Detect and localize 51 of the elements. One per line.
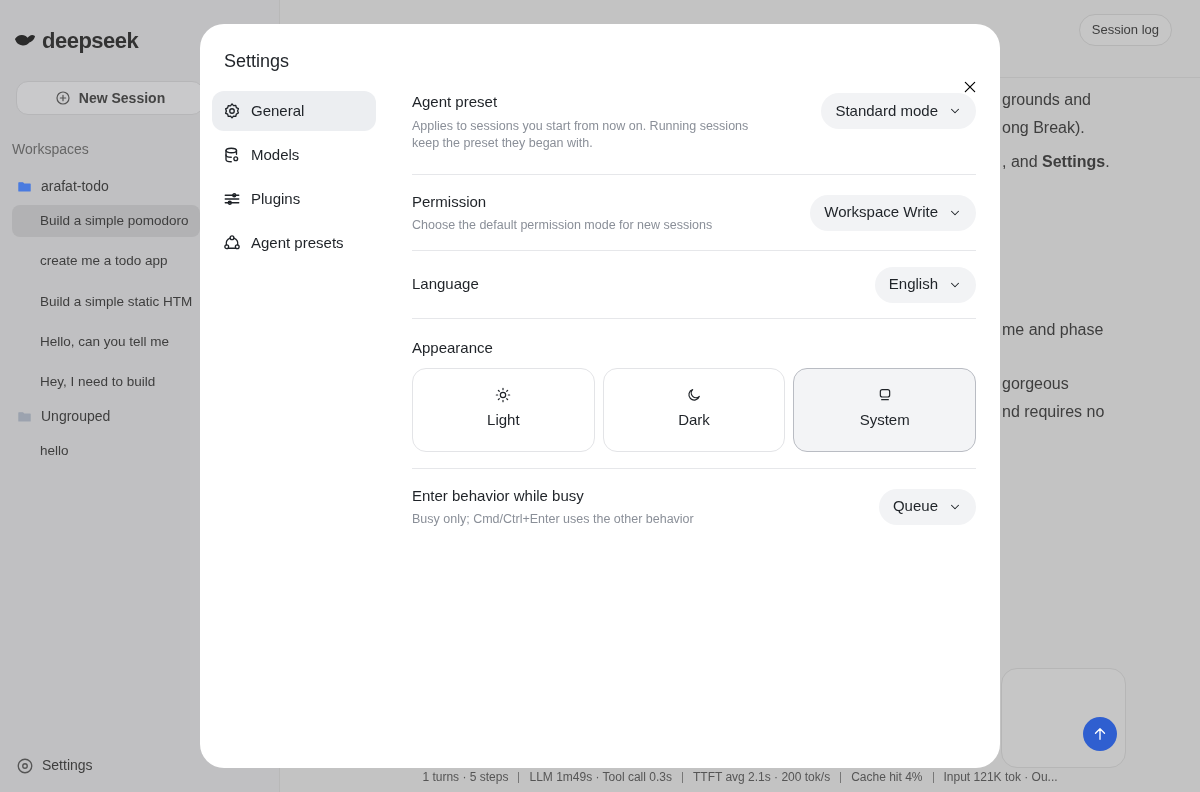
logo: deepseek (42, 27, 139, 55)
status-text: 1 turns · 5 steps (422, 769, 509, 786)
settings-link[interactable]: Settings (42, 755, 93, 776)
message-text: ong Break). (1002, 118, 1086, 138)
dropdown-select[interactable]: Workspace Write (810, 194, 976, 231)
settings-nav-item[interactable]: General (212, 91, 376, 131)
status-text: Input 121K tok · Ou... (943, 769, 1058, 786)
message-text: me and phase (1002, 320, 1105, 340)
dropdown-select[interactable]: Queue (878, 488, 976, 525)
session-log-button[interactable]: Session log (1078, 14, 1172, 46)
session-item[interactable]: Hey, I need to build (12, 366, 200, 399)
theme-option[interactable]: System (793, 367, 976, 452)
session-item[interactable]: Hello, can you tell me (12, 325, 200, 358)
settings-nav-item[interactable]: Models (212, 135, 376, 175)
session-item[interactable]: Build a simple pomodoro (12, 205, 200, 238)
message-text: nd requires no (1002, 402, 1106, 422)
settings-nav-item[interactable]: Agent presets (212, 223, 376, 263)
settings-nav-item[interactable]: Plugins (212, 179, 376, 219)
setting-label: Enter behavior while busy (412, 485, 585, 506)
plus-circle-icon (54, 90, 71, 106)
sliders-icon (223, 190, 241, 208)
message-text: grounds and (1002, 90, 1092, 110)
theme-option[interactable]: Dark (602, 367, 786, 452)
workspace-name[interactable]: Ungrouped (41, 406, 111, 428)
gear-icon (223, 102, 241, 120)
status-text: Cache hit 4% (851, 769, 923, 786)
settings-icon (16, 756, 34, 775)
dropdown-select[interactable]: Standard mode (821, 93, 976, 129)
status-text: LLM 1m49s · Tool call 0.3s (529, 769, 672, 786)
setting-label: Permission (412, 191, 488, 212)
message-text: , and Settings. (1002, 152, 1111, 172)
setting-description: Busy only; Cmd/Ctrl+Enter uses the other behavior (412, 511, 694, 529)
moon-icon (686, 387, 702, 404)
message-text: gorgeous (1002, 374, 1070, 394)
database-icon (223, 146, 241, 164)
sun-icon (495, 387, 512, 404)
setting-label: Appearance (412, 338, 494, 358)
theme-option[interactable]: Light (412, 367, 595, 452)
workspace-name[interactable]: arafat-todo (41, 176, 109, 197)
dropdown-select[interactable]: English (874, 266, 976, 303)
session-item[interactable]: Build a simple static HTM (12, 285, 200, 318)
setting-description: Applies to sessions you start from now on. Running sessions keep the preset they began with. (412, 117, 750, 152)
network-icon (223, 234, 241, 252)
setting-label: Agent preset (412, 92, 499, 112)
session-item[interactable]: create me a todo app (12, 245, 200, 278)
section-label: Workspaces (12, 140, 89, 159)
setting-description: Choose the default permission mode for new sessions (412, 217, 713, 235)
dialog-title: Settings (223, 50, 291, 73)
setting-label: Language (412, 274, 479, 295)
status-text: TTFT avg 2.1s · 200 tok/s (692, 769, 831, 786)
session-item[interactable]: hello (12, 435, 200, 468)
